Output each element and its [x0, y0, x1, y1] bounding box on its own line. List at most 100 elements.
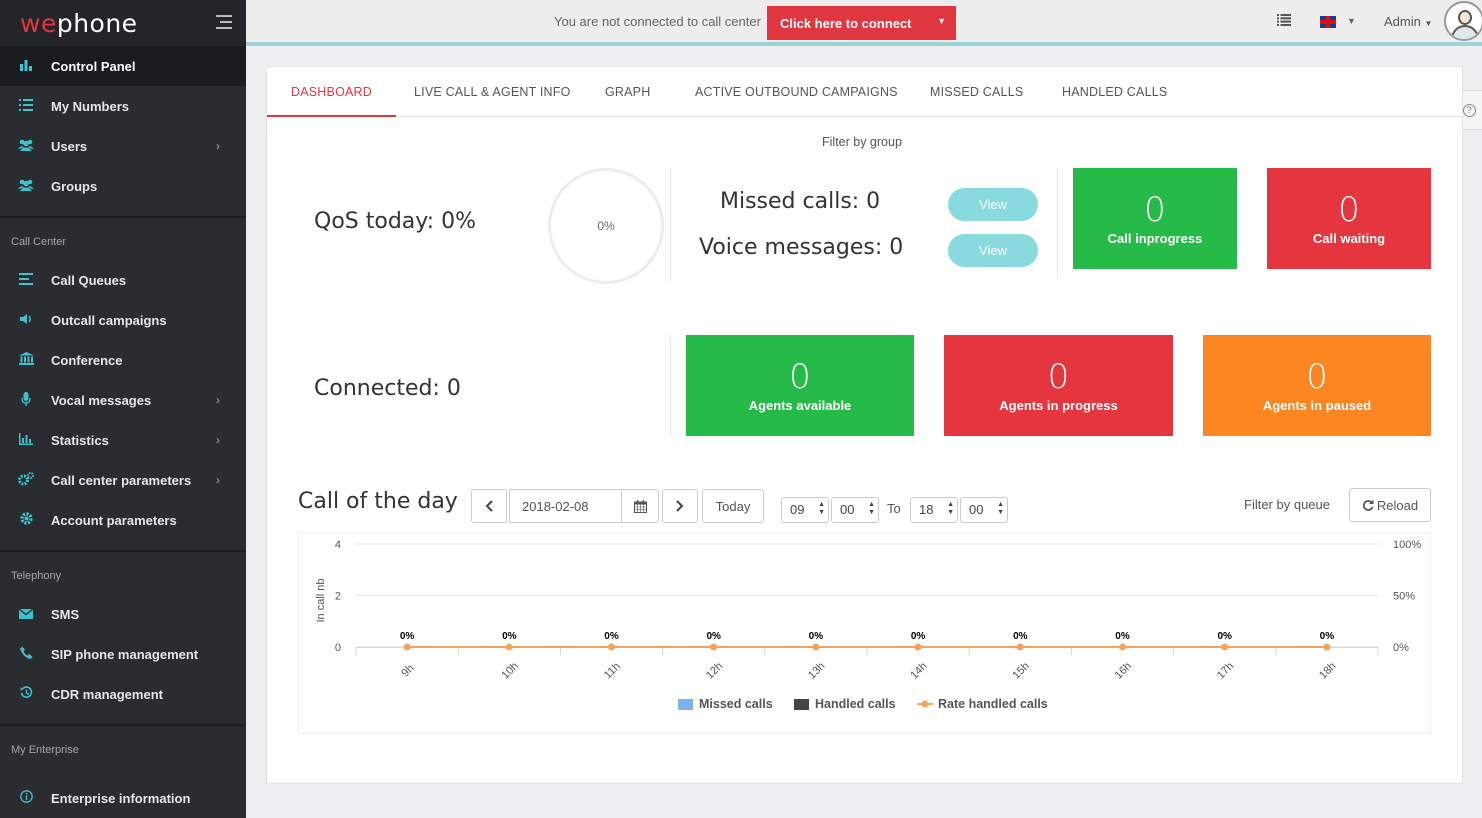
- sidebar-item-label: Vocal messages: [51, 392, 152, 408]
- filter-by-group[interactable]: Filter by group: [822, 135, 902, 149]
- sidebar-item-sip-phone-management[interactable]: SIP phone management: [0, 634, 246, 674]
- to-minute-spinner[interactable]: 00 ▲ ▼: [960, 497, 1008, 523]
- y-tick-label: 0: [335, 642, 341, 654]
- tab-missed-calls[interactable]: MISSED CALLS: [906, 67, 1047, 117]
- divider: [670, 168, 671, 282]
- rate-point: [710, 643, 718, 651]
- sidebar-item-call-queues[interactable]: Call Queues: [0, 260, 246, 300]
- sidebar-item-label: CDR management: [51, 686, 163, 702]
- view-voice-messages-button[interactable]: View: [948, 234, 1038, 267]
- microphone-icon: [18, 391, 34, 409]
- spinner-value: 00: [840, 502, 855, 517]
- sidebar-item-vocal-messages[interactable]: Vocal messages ›: [0, 380, 246, 420]
- sidebar-item-label: Statistics: [51, 432, 109, 448]
- sidebar-item-account-parameters[interactable]: Account parameters: [0, 500, 246, 540]
- data-label: 0%: [1115, 631, 1130, 642]
- statistics-icon: [18, 432, 34, 448]
- spinner-value: 00: [969, 502, 984, 517]
- from-hour-spinner[interactable]: 09 ▲ ▼: [781, 497, 829, 523]
- sidebar-item-users[interactable]: Users ›: [0, 126, 246, 166]
- spinner-arrows-icon[interactable]: ▲ ▼: [997, 501, 1004, 517]
- legend-swatch: [917, 700, 933, 708]
- sidebar-item-statistics[interactable]: Statistics ›: [0, 420, 246, 460]
- to-hour-spinner[interactable]: 18 ▲ ▼: [910, 497, 958, 523]
- spinner-arrows-icon[interactable]: ▲ ▼: [868, 501, 875, 517]
- from-minute-spinner[interactable]: 00 ▲ ▼: [831, 497, 879, 523]
- tab-graph[interactable]: GRAPH: [581, 67, 674, 117]
- legend-handled-calls[interactable]: Handled calls: [794, 697, 896, 711]
- legend-label: Missed calls: [699, 697, 773, 711]
- sidebar-item-label: Outcall campaigns: [51, 312, 167, 328]
- stat-label: Agents available: [748, 398, 852, 413]
- tab-handled-calls[interactable]: HANDLED CALLS: [1038, 67, 1191, 117]
- sidebar-item-label: Call center parameters: [51, 472, 192, 488]
- qos-gauge: 0%: [548, 168, 664, 284]
- sidebar-item-call-center-parameters[interactable]: Call center parameters ›: [0, 460, 246, 500]
- uk-flag-icon[interactable]: [1320, 16, 1336, 28]
- spinner-arrows-icon[interactable]: ▲ ▼: [818, 501, 825, 517]
- x-tick-label: 12h: [704, 660, 725, 681]
- sidebar-item-control-panel[interactable]: Control Panel: [0, 46, 246, 86]
- x-tick-label: 11h: [602, 660, 623, 681]
- y2-tick-label: 0%: [1393, 642, 1409, 654]
- rate-point: [608, 643, 615, 651]
- tab-live-call-agent-info[interactable]: LIVE CALL & AGENT INFO: [390, 67, 595, 117]
- tab-bar: DASHBOARD LIVE CALL & AGENT INFO GRAPH A…: [267, 67, 1462, 117]
- logo[interactable]: wephone: [0, 0, 246, 46]
- sidebar-item-label: SIP phone management: [51, 646, 199, 662]
- data-label: 0%: [604, 631, 619, 642]
- y2-tick-label: 100%: [1393, 539, 1421, 551]
- calendar-button[interactable]: [621, 489, 659, 523]
- today-button[interactable]: Today: [702, 489, 764, 523]
- chevron-right-icon: [676, 500, 684, 512]
- not-connected-text: You are not connected to call center: [554, 14, 761, 29]
- chevron-right-icon: ›: [216, 433, 220, 447]
- tab-active-outbound-campaigns[interactable]: ACTIVE OUTBOUND CAMPAIGNS: [671, 67, 922, 117]
- stat-label: Call waiting: [1312, 231, 1386, 246]
- sidebar-item-groups[interactable]: Groups: [0, 166, 246, 206]
- sidebar-item-outcall-campaigns[interactable]: Outcall campaigns: [0, 300, 246, 340]
- envelope-icon: [18, 607, 34, 622]
- list-view-icon[interactable]: [1277, 13, 1291, 26]
- caret-down-icon: ▼: [937, 16, 946, 26]
- tab-dashboard[interactable]: DASHBOARD: [267, 67, 396, 117]
- sidebar-item-my-numbers[interactable]: My Numbers: [0, 86, 246, 126]
- admin-menu[interactable]: Admin ▼: [1384, 14, 1432, 29]
- users-icon: [18, 139, 34, 154]
- spinner-arrows-icon[interactable]: ▲ ▼: [947, 501, 954, 517]
- sidebar-item-enterprise-information[interactable]: Enterprise information: [0, 778, 246, 818]
- data-label: 0%: [1320, 631, 1335, 642]
- data-label: 0%: [809, 631, 824, 642]
- x-tick-label: 15h: [1010, 660, 1031, 681]
- legend-swatch: [794, 698, 809, 710]
- view-missed-calls-button[interactable]: View: [948, 188, 1038, 221]
- sidebar-item-label: Call Queues: [51, 272, 127, 288]
- sidebar-item-cdr-management[interactable]: CDR management: [0, 674, 246, 714]
- x-tick-label: 18h: [1317, 660, 1338, 681]
- filter-by-queue[interactable]: Filter by queue: [1244, 497, 1330, 512]
- legend-missed-calls[interactable]: Missed calls: [678, 697, 773, 711]
- next-day-button[interactable]: [662, 489, 698, 523]
- legend-swatch: [678, 698, 693, 710]
- sidebar-item-sms[interactable]: SMS: [0, 594, 246, 634]
- rate-point: [505, 643, 513, 651]
- gear-icon: [18, 512, 34, 528]
- connect-button[interactable]: Click here to connect ▼: [767, 6, 956, 40]
- legend-rate-handled-calls[interactable]: Rate handled calls: [917, 697, 1048, 711]
- section-telephony: Telephony: [0, 550, 246, 591]
- sidebar-item-conference[interactable]: Conference: [0, 340, 246, 380]
- reload-button[interactable]: Reload: [1349, 488, 1431, 522]
- spinner-value: 09: [790, 502, 805, 517]
- rate-point: [812, 643, 820, 651]
- caret-down-icon[interactable]: ▼: [1347, 16, 1356, 26]
- stat-agents-available: 0 Agents available: [686, 335, 914, 436]
- groups-icon: [18, 179, 34, 194]
- date-input[interactable]: [509, 489, 621, 523]
- sidebar-item-label: Conference: [51, 352, 123, 368]
- rate-point: [914, 643, 922, 651]
- legend-label: Handled calls: [815, 697, 896, 711]
- avatar[interactable]: [1444, 1, 1482, 41]
- menu-toggle-icon[interactable]: [216, 15, 232, 29]
- x-tick-label: 17h: [1215, 660, 1236, 681]
- previous-day-button[interactable]: [471, 489, 507, 523]
